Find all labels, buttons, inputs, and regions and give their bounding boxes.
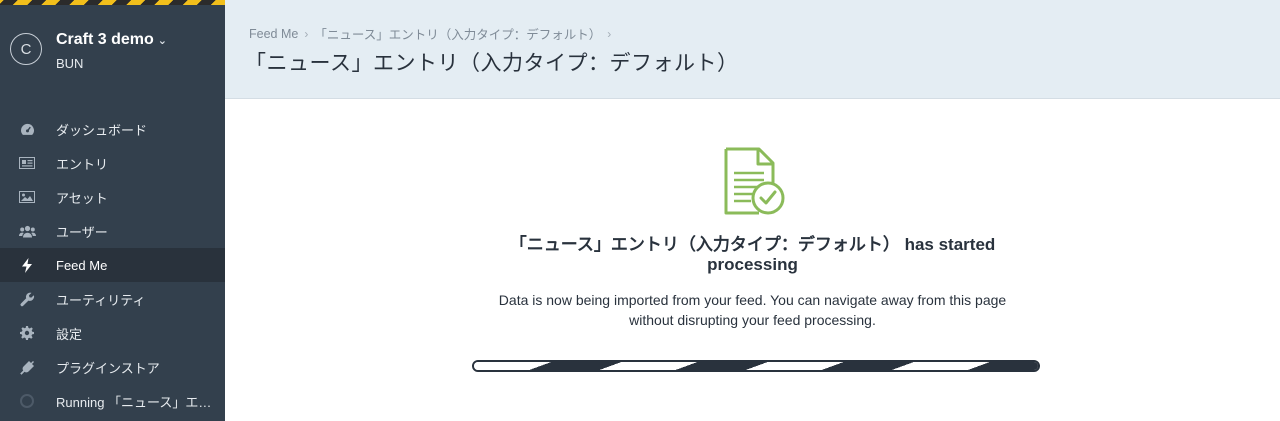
sidebar-item-entries[interactable]: エントリ xyxy=(0,146,225,180)
sidebar: C Craft 3 demo ⌄ BUN ダッシュボード エントリ アセット ユ… xyxy=(0,0,225,421)
document-check-icon xyxy=(724,147,785,215)
processing-description: Data is now being imported from your fee… xyxy=(225,290,1280,330)
current-user: BUN xyxy=(56,56,84,71)
sidebar-item-settings[interactable]: 設定 xyxy=(0,316,225,350)
sidebar-item-utilities[interactable]: ユーティリティ xyxy=(0,282,225,316)
chevron-down-icon: ⌄ xyxy=(157,34,168,47)
progress-bar-indeterminate-fill xyxy=(474,362,1038,370)
spinner-icon xyxy=(18,394,36,408)
breadcrumb-item-feed[interactable]: 「ニュース」エントリ（入力タイプ：デフォルト） xyxy=(314,24,601,43)
processing-title: 「ニュース」エントリ（入力タイプ：デフォルト） has started proc… xyxy=(225,235,1280,275)
breadcrumb-item-feed-me[interactable]: Feed Me xyxy=(249,27,298,41)
sidebar-item-plugin-store[interactable]: プラグインストア xyxy=(0,350,225,384)
sidebar-item-label: アセット xyxy=(56,190,108,206)
sidebar-item-label: 設定 xyxy=(56,326,83,342)
sidebar-item-users[interactable]: ユーザー xyxy=(0,214,225,248)
dev-mode-stripe xyxy=(0,0,225,5)
sidebar-item-label: Running 「ニュース」エ… xyxy=(56,394,212,410)
sidebar-item-label: プラグインストア xyxy=(56,360,160,376)
sidebar-item-label: Feed Me xyxy=(56,257,108,273)
site-icon: C xyxy=(10,33,42,65)
plug-icon xyxy=(18,360,36,375)
breadcrumb-separator-icon: › xyxy=(607,26,612,41)
sidebar-item-label: ダッシュボード xyxy=(56,122,148,138)
gauge-icon xyxy=(18,123,36,136)
processing-title-line2: processing xyxy=(707,255,798,274)
breadcrumb: Feed Me › 「ニュース」エントリ（入力タイプ：デフォルト） › xyxy=(249,24,611,43)
processing-description-line2: without disrupting your feed processing. xyxy=(629,312,876,328)
sidebar-item-label: ユーティリティ xyxy=(56,292,146,308)
site-name[interactable]: Craft 3 demo ⌄ xyxy=(56,31,167,49)
sidebar-item-assets[interactable]: アセット xyxy=(0,180,225,214)
users-icon xyxy=(18,225,36,238)
sidebar-item-running-job[interactable]: Running 「ニュース」エ… xyxy=(0,384,225,418)
wrench-icon xyxy=(18,292,36,307)
sidebar-item-label: エントリ xyxy=(56,156,109,172)
main-content: 「ニュース」エントリ（入力タイプ：デフォルト） has started proc… xyxy=(225,100,1280,421)
sidebar-item-label: ユーザー xyxy=(56,224,108,240)
page-title: 「ニュース」エントリ（入力タイプ：デフォルト） xyxy=(245,52,739,75)
sidebar-nav: ダッシュボード エントリ アセット ユーザー Feed Me ユーティリティ 設… xyxy=(0,112,225,418)
page-header: Feed Me › 「ニュース」エントリ（入力タイプ：デフォルト） › 「ニュー… xyxy=(225,0,1280,99)
sidebar-item-feed-me[interactable]: Feed Me xyxy=(0,248,225,282)
progress-bar xyxy=(472,360,1040,372)
bolt-icon xyxy=(18,257,36,273)
processing-description-line1: Data is now being imported from your fee… xyxy=(498,292,1007,308)
image-icon xyxy=(18,191,36,203)
breadcrumb-separator-icon: › xyxy=(304,26,309,41)
newspaper-icon xyxy=(18,157,36,169)
site-name-label: Craft 3 demo xyxy=(56,31,154,48)
processing-title-line1: 「ニュース」エントリ（入力タイプ：デフォルト） has started xyxy=(509,235,996,254)
site-switcher[interactable]: C Craft 3 demo ⌄ BUN xyxy=(10,31,167,71)
sidebar-item-dashboard[interactable]: ダッシュボード xyxy=(0,112,225,146)
gear-icon xyxy=(18,326,36,340)
